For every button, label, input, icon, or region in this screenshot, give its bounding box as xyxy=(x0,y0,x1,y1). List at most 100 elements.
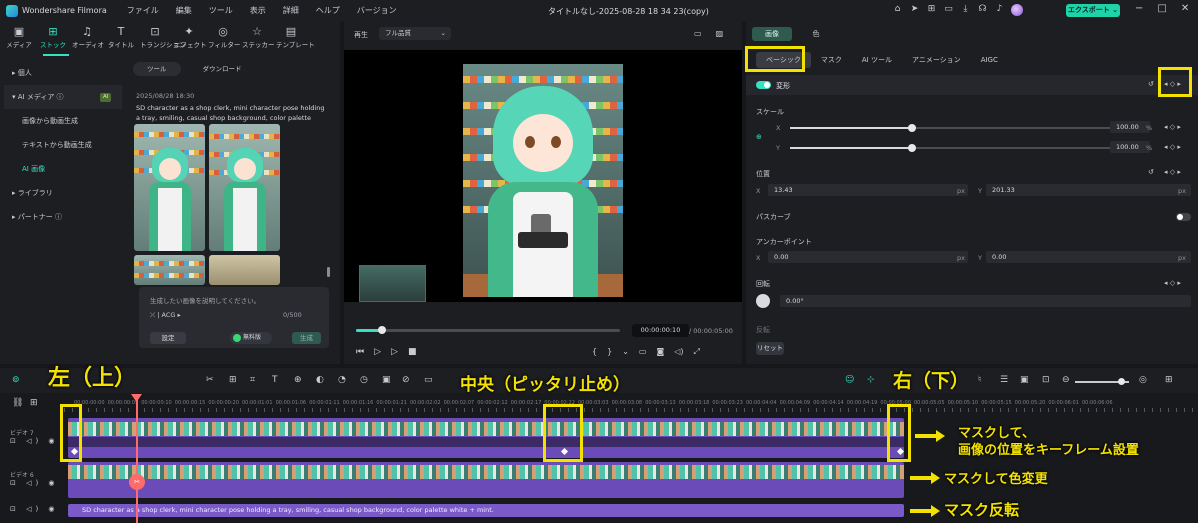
nav-library[interactable]: ▸ ライブラリ xyxy=(4,181,122,205)
rotate-input[interactable]: 0.00° xyxy=(780,295,1191,307)
display-icon[interactable]: ▭ xyxy=(639,347,647,357)
keyframe-nav[interactable]: ◂ ◇ ▸ xyxy=(1164,123,1181,131)
play-reverse-icon[interactable]: ▷ xyxy=(374,347,381,357)
image-thumbnail[interactable] xyxy=(209,124,280,251)
track-controls[interactable]: ⊡ ◁) ◉ xyxy=(10,479,74,487)
anchor-x-input[interactable]: 0.00 xyxy=(768,251,968,263)
position-y-input[interactable]: 201.33 xyxy=(986,184,1191,196)
layout-icon[interactable]: ⊚ xyxy=(12,375,20,385)
export-button[interactable]: エクスポート ⌄ xyxy=(1066,4,1120,17)
send-icon[interactable]: ➤ xyxy=(909,4,920,15)
lock-icon[interactable]: ⊕ xyxy=(756,133,762,141)
menu-edit[interactable]: 編集 xyxy=(176,5,192,16)
split-icon[interactable]: ✂ xyxy=(206,375,214,385)
progress-handle[interactable] xyxy=(378,326,387,334)
tab-filter[interactable]: ◎ フィルター xyxy=(208,25,240,49)
reset-icon[interactable]: ↺ xyxy=(1148,168,1154,176)
rotate-dial[interactable] xyxy=(756,294,770,308)
prev-frame-icon[interactable]: ⏮ xyxy=(356,347,364,357)
keyframe-nav[interactable]: ◂ ◇ ▸ xyxy=(1164,143,1181,151)
keyframe-nav[interactable]: ◂ ◇ ▸ xyxy=(1164,279,1181,287)
position-x-input[interactable]: 13.43 xyxy=(768,184,968,196)
maximize-icon[interactable]: □ xyxy=(1157,3,1166,14)
preview-viewer[interactable] xyxy=(344,50,742,302)
tab-ai-tools[interactable]: AI ツール xyxy=(852,52,902,68)
tab-tools[interactable]: ツール xyxy=(133,62,181,76)
minimize-icon[interactable]: − xyxy=(1135,3,1143,14)
mark-in-icon[interactable]: { xyxy=(592,347,597,357)
pip-icon[interactable]: ▣ xyxy=(1020,375,1029,385)
mask-icon[interactable]: ▣ xyxy=(382,375,391,385)
color-icon[interactable]: ◐ xyxy=(316,375,324,385)
menu-version[interactable]: バージョン xyxy=(357,5,397,16)
tab-stock[interactable]: ⊞ ストック xyxy=(38,25,68,49)
zoom-out-icon[interactable]: ⊖ xyxy=(1062,375,1070,385)
menu-tools[interactable]: ツール xyxy=(209,5,233,16)
image-thumbnail[interactable] xyxy=(134,255,205,285)
tab-download[interactable]: ダウンロード xyxy=(189,62,256,76)
slider-handle[interactable] xyxy=(907,124,916,132)
tab-image[interactable]: 画像 xyxy=(752,27,792,41)
menu-advanced[interactable]: 詳細 xyxy=(283,5,299,16)
mark-out-icon[interactable]: } xyxy=(607,347,612,357)
path-curve-toggle[interactable] xyxy=(1176,213,1191,221)
close-icon[interactable]: ✕ xyxy=(1181,3,1189,14)
scale-x-slider[interactable] xyxy=(790,124,1110,132)
ai-cutout-icon[interactable]: ⊘ xyxy=(402,375,410,385)
nav-personal[interactable]: ▸ 個人 xyxy=(4,61,122,85)
playhead[interactable] xyxy=(136,396,138,523)
slider-handle[interactable] xyxy=(907,144,916,152)
crop-icon[interactable]: ⌗ xyxy=(250,375,255,385)
tab-audio[interactable]: ♫ オーディオ xyxy=(72,25,104,49)
keyframe-nav[interactable]: ◂ ◇ ▸ xyxy=(1164,168,1181,176)
link-icon[interactable]: ⛓ xyxy=(12,398,23,408)
scissors-icon[interactable]: ✂ xyxy=(129,474,145,490)
fit-icon[interactable]: ◎ xyxy=(1139,375,1147,385)
menu-view[interactable]: 表示 xyxy=(250,5,266,16)
scale-y-input[interactable]: 100.00 xyxy=(1110,141,1150,153)
menu-help[interactable]: ヘルプ xyxy=(316,5,340,16)
play-icon[interactable]: ▷ xyxy=(391,347,398,357)
tab-aigc[interactable]: AIGC xyxy=(971,52,1008,68)
picture-in-picture[interactable] xyxy=(359,265,426,302)
nav-ai-media[interactable]: ▾ AI メディア ⓘ AI xyxy=(4,85,122,109)
settings-button[interactable]: 設定 xyxy=(150,332,186,344)
tab-title[interactable]: T タイトル xyxy=(106,25,136,49)
nav-text-to-video[interactable]: テキストから動画生成 xyxy=(4,133,122,157)
tab-sticker[interactable]: ☆ ステッカー xyxy=(242,25,275,49)
bell-icon[interactable]: ♪ xyxy=(994,4,1005,15)
menu-file[interactable]: ファイル xyxy=(127,5,159,16)
snap-icon[interactable]: ⊹ xyxy=(867,375,875,385)
caption-icon[interactable]: ⊡ xyxy=(1042,375,1050,385)
style-selector[interactable]: ⤫ | ACG ▸ xyxy=(150,311,181,320)
snapshot-icon[interactable]: ▨ xyxy=(716,29,724,38)
zoom-handle[interactable] xyxy=(1118,378,1125,385)
current-time[interactable]: 00:00:00:10 xyxy=(632,324,689,337)
nav-image-to-video[interactable]: 画像から動画生成 xyxy=(4,109,122,133)
media-scrollbar[interactable] xyxy=(327,267,330,277)
zoom-tool-icon[interactable]: ⊕ xyxy=(294,375,302,385)
tab-transition[interactable]: ⊡ トランジション xyxy=(140,25,186,49)
tab-effect[interactable]: ✦ エフェクト xyxy=(174,25,207,49)
scale-x-input[interactable]: 100.00 xyxy=(1110,121,1150,133)
volume-icon[interactable]: ◁) xyxy=(674,347,683,357)
tab-color[interactable]: 色 xyxy=(796,27,836,41)
headset-icon[interactable]: ☊ xyxy=(977,4,988,15)
speed-icon[interactable]: ◔ xyxy=(338,375,346,385)
text-clip[interactable]: SD character as a shop clerk, mini chara… xyxy=(68,504,904,517)
gift-icon[interactable]: ⌂ xyxy=(892,4,903,15)
ai-icon[interactable]: ☺ xyxy=(845,375,854,385)
fullscreen-icon[interactable]: ⤢ xyxy=(694,347,700,357)
tab-template[interactable]: ▤ テンプレート xyxy=(276,25,315,49)
playback-progress[interactable] xyxy=(356,326,620,334)
camera-icon[interactable]: ◙ xyxy=(656,347,664,357)
transform-toggle[interactable] xyxy=(756,81,771,89)
monitor-icon[interactable]: ▭ xyxy=(943,4,954,15)
delete-icon[interactable]: ⊞ xyxy=(229,375,237,385)
quality-dropdown[interactable]: フル品質 ⌄ xyxy=(379,27,451,40)
mic-icon[interactable]: ♮ xyxy=(978,375,981,385)
grid-icon[interactable]: ⊞ xyxy=(926,4,937,15)
list-icon[interactable]: ☰ xyxy=(1000,375,1008,385)
nav-ai-image[interactable]: AI 画像 xyxy=(4,157,122,181)
transform-section[interactable]: 変形 ↺ ◂ ◇ ▸ xyxy=(746,75,1198,95)
